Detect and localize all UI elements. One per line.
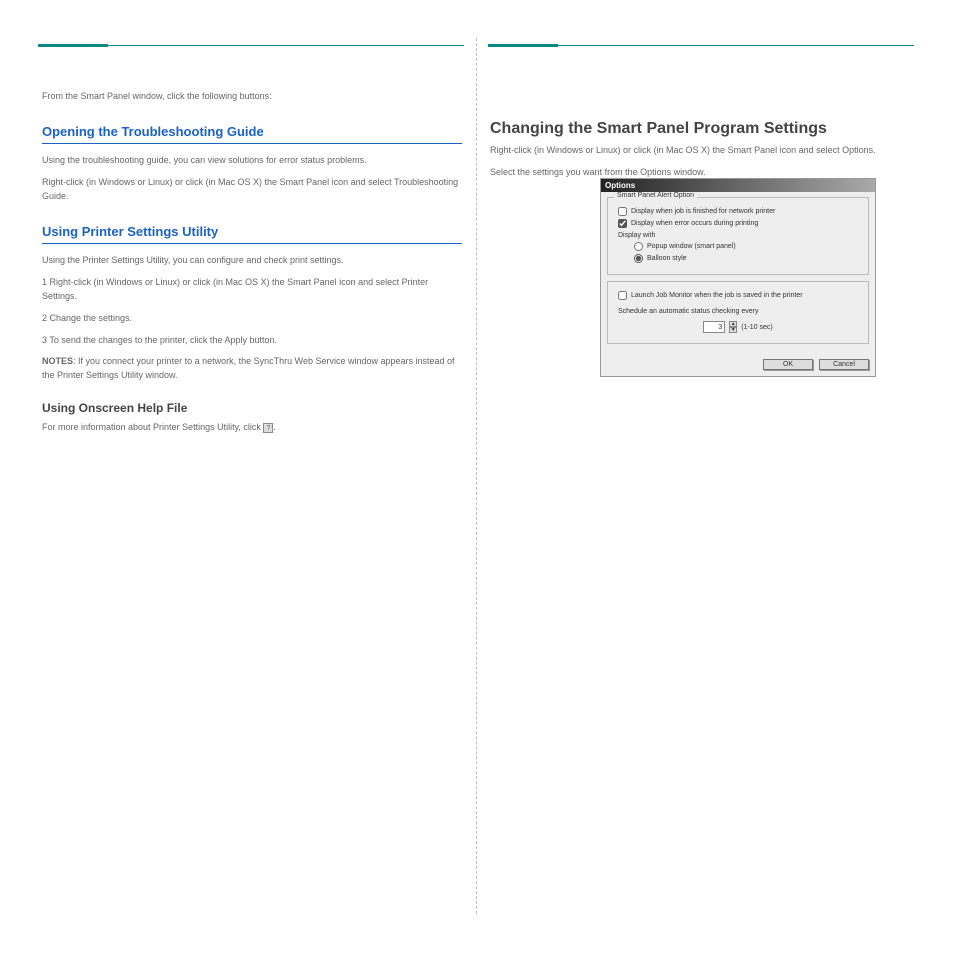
- psu-step2: 2 Change the settings.: [42, 312, 462, 326]
- radio-balloon-input[interactable]: [634, 254, 643, 263]
- spinner-down-icon[interactable]: ▼: [729, 327, 737, 333]
- alert-option-group: Smart Panel Alert Option Display when jo…: [607, 197, 869, 275]
- radio-balloon-label: Balloon style: [647, 255, 687, 262]
- psu-p1: Using the Printer Settings Utility, you …: [42, 254, 462, 268]
- heading-onscreen-help: Using Onscreen Help File: [42, 401, 462, 415]
- heading-printer-settings[interactable]: Using Printer Settings Utility: [42, 224, 462, 244]
- help-text-inner: For more information about Printer Setti…: [42, 422, 263, 432]
- help-text: For more information about Printer Setti…: [42, 421, 462, 435]
- psu-note-text: : If you connect your printer to a netwo…: [42, 356, 455, 380]
- help-icon[interactable]: ?: [263, 423, 273, 433]
- checkbox-job-finished-input[interactable]: [618, 207, 627, 216]
- intro-text: From the Smart Panel window, click the f…: [42, 90, 462, 104]
- checkbox-launch-job-monitor-input[interactable]: [618, 291, 627, 300]
- checkbox-error-occurs[interactable]: Display when error occurs during printin…: [618, 219, 862, 228]
- schedule-spinner-row: 3 ▲ ▼ (1-10 sec): [614, 321, 862, 333]
- schedule-suffix: (1-10 sec): [741, 324, 773, 331]
- troubleshooting-p1: Using the troubleshooting guide, you can…: [42, 154, 462, 168]
- note-label: NOTES: [42, 356, 73, 366]
- change-p1: Right-click (in Windows or Linux) or cli…: [490, 144, 910, 158]
- psu-note: NOTES: If you connect your printer to a …: [42, 355, 462, 383]
- troubleshooting-p2: Right-click (in Windows or Linux) or cli…: [42, 176, 462, 204]
- radio-popup-label: Popup window (smart panel): [647, 243, 736, 250]
- page-divider: [476, 38, 477, 914]
- schedule-label: Schedule an automatic status checking ev…: [618, 308, 858, 315]
- checkbox-error-occurs-label: Display when error occurs during printin…: [631, 220, 758, 227]
- checkbox-launch-job-monitor[interactable]: Launch Job Monitor when the job is saved…: [618, 291, 862, 300]
- radio-popup[interactable]: Popup window (smart panel): [634, 242, 862, 251]
- cancel-button[interactable]: Cancel: [819, 359, 869, 370]
- dialog-button-row: OK Cancel: [601, 355, 875, 376]
- right-column: Changing the Smart Panel Program Setting…: [490, 90, 910, 188]
- header-rule-right-thick: [488, 44, 558, 47]
- radio-popup-input[interactable]: [634, 242, 643, 251]
- left-column: From the Smart Panel window, click the f…: [42, 90, 462, 443]
- spinner-buttons[interactable]: ▲ ▼: [729, 321, 737, 333]
- psu-step3: 3 To send the changes to the printer, cl…: [42, 334, 462, 348]
- header-rule-right-thin: [558, 45, 914, 46]
- heading-change-settings: Changing the Smart Panel Program Setting…: [490, 120, 910, 138]
- display-with-label: Display with: [618, 232, 862, 239]
- checkbox-job-finished[interactable]: Display when job is finished for network…: [618, 207, 862, 216]
- header-rule-left-thick: [38, 44, 108, 47]
- dialog-body: Smart Panel Alert Option Display when jo…: [601, 192, 875, 355]
- checkbox-error-occurs-input[interactable]: [618, 219, 627, 228]
- schedule-spinner-value[interactable]: 3: [703, 321, 725, 333]
- checkbox-launch-job-monitor-label: Launch Job Monitor when the job is saved…: [631, 292, 803, 299]
- ok-button[interactable]: OK: [763, 359, 813, 370]
- heading-troubleshooting[interactable]: Opening the Troubleshooting Guide: [42, 124, 462, 144]
- psu-step1: 1 Right-click (in Windows or Linux) or c…: [42, 276, 462, 304]
- radio-balloon[interactable]: Balloon style: [634, 254, 862, 263]
- header-rule-left-thin: [108, 45, 464, 46]
- checkbox-job-finished-label: Display when job is finished for network…: [631, 208, 775, 215]
- lower-group: Launch Job Monitor when the job is saved…: [607, 281, 869, 344]
- dialog-titlebar: Options: [601, 179, 875, 192]
- group-legend: Smart Panel Alert Option: [614, 192, 697, 199]
- options-dialog: Options Smart Panel Alert Option Display…: [600, 178, 876, 377]
